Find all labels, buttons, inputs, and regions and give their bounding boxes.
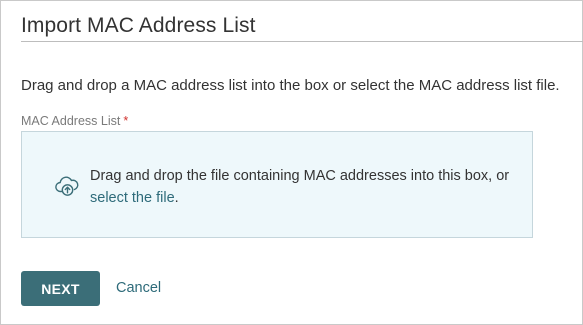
dropzone-text: Drag and drop the file containing MAC ad… <box>90 165 520 209</box>
cloud-upload-icon <box>54 174 80 198</box>
import-mac-dialog: Import MAC Address List Drag and drop a … <box>0 0 583 325</box>
next-button[interactable]: NEXT <box>21 271 100 306</box>
select-file-link[interactable]: select the file <box>90 190 175 206</box>
cancel-link[interactable]: Cancel <box>116 280 161 296</box>
file-dropzone[interactable]: Drag and drop the file containing MAC ad… <box>21 131 533 238</box>
instructions-text: Drag and drop a MAC address list into th… <box>21 77 560 94</box>
dropzone-trailing: . <box>174 190 179 206</box>
field-label-text: MAC Address List <box>21 114 121 128</box>
required-marker: * <box>123 114 129 128</box>
title-divider <box>21 41 583 42</box>
mac-list-field-label: MAC Address List * <box>21 114 128 128</box>
dialog-title: Import MAC Address List <box>21 14 256 37</box>
dropzone-instruction: Drag and drop the file containing MAC ad… <box>90 168 510 184</box>
